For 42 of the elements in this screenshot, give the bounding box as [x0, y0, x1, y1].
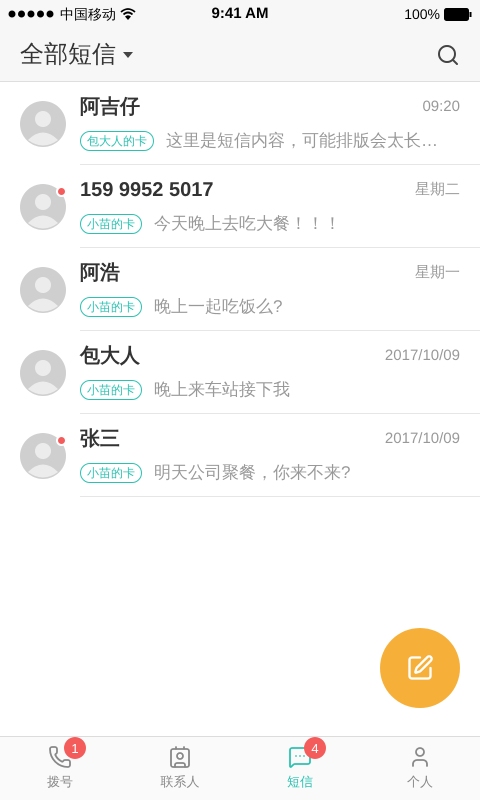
message-preview: 今天晚上去吃大餐！！！ — [154, 213, 341, 236]
avatar-icon — [20, 100, 66, 146]
caret-icon — [122, 50, 134, 58]
message-row[interactable]: 阿浩 星期一 小苗的卡 晚上一起吃饭么? — [0, 248, 480, 331]
message-time: 星期一 — [415, 263, 460, 283]
compose-icon — [406, 654, 434, 682]
contact-name: 包大人 — [80, 344, 141, 370]
sim-tag: 小苗的卡 — [80, 380, 142, 400]
avatar-icon — [20, 350, 66, 396]
folder-dropdown[interactable]: 全部短信 — [20, 36, 134, 72]
avatar-icon — [20, 432, 66, 478]
message-preview: 明天公司聚餐，你来不来? — [154, 462, 350, 484]
wifi-icon — [120, 8, 136, 20]
sim-tag: 包大人的卡 — [80, 131, 154, 151]
contact-name: 阿吉仔 — [80, 95, 141, 120]
signal-icon — [8, 10, 56, 18]
battery-icon — [444, 8, 472, 20]
contact-name: 张三 — [80, 427, 121, 452]
avatar-icon — [20, 184, 66, 230]
message-time: 09:20 — [422, 97, 460, 117]
count-badge: 1 — [64, 737, 86, 760]
avatar-icon — [20, 266, 66, 312]
message-preview: 晚上一起吃饭么? — [154, 296, 282, 318]
contact-name: 阿浩 — [80, 261, 121, 286]
contact-name: 159 9952 5017 — [80, 178, 214, 204]
message-preview: 这里是短信内容，可能排版会太长… — [166, 130, 438, 152]
message-time: 2017/10/09 — [384, 429, 460, 449]
message-row[interactable]: 159 9952 5017 星期二 小苗的卡 今天晚上去吃大餐！！！ — [0, 165, 480, 248]
message-row[interactable]: 张三 2017/10/09 小苗的卡 明天公司聚餐，你来不来? — [0, 414, 480, 497]
message-row[interactable]: 阿吉仔 09:20 包大人的卡 这里是短信内容，可能排版会太长… — [0, 82, 480, 165]
battery-percent: 100% — [404, 4, 440, 24]
count-badge: 4 — [304, 737, 326, 760]
sim-tag: 小苗的卡 — [80, 463, 142, 483]
sim-tag: 小苗的卡 — [80, 297, 142, 317]
message-time: 2017/10/09 — [384, 346, 460, 366]
message-row[interactable]: 包大人 2017/10/09 小苗的卡 晚上来车站接下我 — [0, 331, 480, 414]
search-icon[interactable] — [436, 42, 460, 66]
message-preview: 晚上来车站接下我 — [154, 379, 290, 402]
carrier-name: 中国移动 — [60, 4, 116, 24]
clock-time: 9:41 AM — [212, 4, 268, 24]
sim-tag: 小苗的卡 — [80, 214, 142, 234]
message-time: 星期二 — [415, 180, 460, 200]
